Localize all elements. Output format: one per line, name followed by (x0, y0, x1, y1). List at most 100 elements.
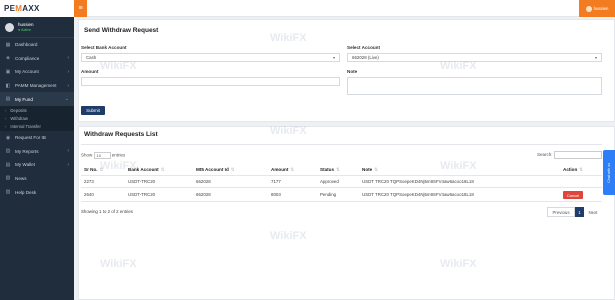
sidebar-item-label: News (15, 175, 27, 181)
column-label: Action (563, 167, 578, 172)
sidebar-item-label: PAMM Management (15, 83, 57, 89)
column-header-mt5[interactable]: Mt5 Account Id ⇅ (196, 167, 235, 173)
hamburger-icon[interactable]: ≡ (74, 0, 87, 17)
sidebar-submenu: Deposits Withdraw Internal Transfer (0, 105, 74, 131)
account-label: Select Account (347, 45, 381, 50)
cell-status: Approved (320, 179, 339, 184)
show-label: Show (81, 152, 93, 158)
entries-label: entries (111, 152, 126, 158)
chevron-right-icon: › (67, 161, 69, 168)
sidebar-item-dashboard[interactable]: ▦ Dashboard (0, 38, 74, 52)
sidebar-item-pamm[interactable]: ◧ PAMM Management › (0, 79, 74, 93)
sort-icon: ⇅ (290, 167, 295, 172)
column-label: Sr No. (84, 167, 98, 172)
sidebar-item-label: Compliance (15, 55, 40, 61)
note-textarea[interactable] (347, 77, 602, 95)
sidebar-item-label: Help Desk (15, 189, 37, 195)
user-menu-button[interactable]: hussien (579, 0, 615, 17)
cell-note: USDT TRC20 TQPSoepeKD4Nj5m9SFV4aw6acoo18… (362, 179, 474, 184)
search-label: Search: (537, 152, 553, 157)
cell-bank: USDT-TRC20 (128, 179, 156, 184)
chat-with-us-tab[interactable]: Chat with us (603, 150, 615, 195)
sidebar-item-news[interactable]: ▧ News (0, 172, 74, 186)
sort-icon: ⇅ (336, 167, 340, 172)
form-title: Send Withdraw Request (84, 27, 159, 34)
cell-sr: 2640 (84, 192, 94, 197)
user-avatar-icon (585, 5, 592, 12)
user-plus-icon: ◉ (5, 134, 11, 141)
account-value: 662028 (Live) (352, 55, 379, 60)
watermark: WikiFX (100, 258, 137, 270)
page-1-button[interactable]: 1 (575, 207, 584, 217)
divider (81, 144, 602, 145)
sidebar-subitem-withdraw[interactable]: Withdraw (0, 114, 74, 122)
table-row-divider (81, 201, 602, 202)
chevron-right-icon: › (67, 148, 69, 155)
sidebar-item-my-account[interactable]: ▣ My Account › (0, 65, 74, 79)
amount-input[interactable] (81, 77, 340, 86)
sidebar-item-my-fund[interactable]: ▤ My Fund ⌄ (0, 92, 74, 106)
cell-amount: 7177 (271, 179, 281, 184)
column-header-amount[interactable]: Amount ⇅ (271, 167, 294, 173)
wallet-icon: ▤ (5, 161, 11, 168)
avatar (5, 22, 14, 32)
list-title: Withdraw Requests List (84, 131, 158, 138)
wallet-icon: ▤ (5, 96, 11, 103)
previous-page-button[interactable]: Previous (547, 207, 575, 217)
page-size-select[interactable]: 10 (93, 152, 111, 159)
chevron-down-icon: ▾ (332, 55, 335, 60)
column-header-status[interactable]: Status ⇅ (320, 167, 340, 173)
sidebar-subitem-internal-transfer[interactable]: Internal Transfer (0, 123, 74, 131)
sort-icon: ⇅ (374, 167, 379, 172)
watermark: WikiFX (440, 160, 477, 172)
bank-account-value: Cash (86, 55, 97, 60)
column-header-action[interactable]: Action ⇅ (563, 167, 583, 173)
sidebar-user: hussien Active (0, 17, 74, 38)
watermark: WikiFX (440, 60, 477, 72)
logo-text-left: PE (4, 4, 16, 13)
shield-icon: ◈ (6, 55, 10, 62)
user-status: Active (18, 28, 34, 32)
search-input[interactable] (554, 151, 602, 159)
logo[interactable]: PE M AXX (0, 0, 74, 17)
sidebar-item-label: My Account (15, 69, 39, 75)
chart-icon: ◧ (5, 82, 11, 89)
help-icon: ▨ (5, 189, 11, 196)
amount-label: Amount (81, 69, 99, 74)
submit-button[interactable]: Submit (81, 106, 105, 115)
user-name: hussien (18, 22, 34, 27)
chevron-down-icon: ⌄ (64, 96, 69, 103)
sort-icon: ⇅ (230, 167, 235, 172)
sidebar-item-label: My Fund (15, 96, 33, 102)
cancel-button[interactable]: Cancel (563, 191, 583, 199)
sidebar-item-help-desk[interactable]: ▨ Help Desk (0, 185, 74, 199)
column-label: Mt5 Account Id (196, 167, 229, 172)
sidebar-item-compliance[interactable]: ◈ Compliance › (0, 52, 74, 66)
watermark: WikiFX (270, 125, 307, 137)
column-label: Amount (271, 167, 289, 172)
sidebar-subitem-deposits[interactable]: Deposits (0, 106, 74, 114)
watermark: WikiFX (440, 258, 477, 270)
sidebar: PEMAXX hussien Active ▦ Dashboard ◈ Compli… (0, 0, 74, 300)
chevron-down-icon: ▾ (594, 55, 597, 60)
chevron-right-icon: › (67, 68, 69, 75)
sidebar-item-my-wallet[interactable]: ▤ My Wallet › (0, 158, 74, 172)
logo-text-mid: M (15, 4, 23, 13)
watermark: WikiFX (100, 160, 137, 172)
sidebar-item-my-reports[interactable]: ▥ My Reports › (0, 144, 74, 158)
sort-icon: ⇅ (579, 167, 584, 172)
watermark: WikiFX (270, 230, 307, 242)
cell-amount: 8003 (271, 192, 281, 197)
logo-text-right: AXX (22, 4, 40, 13)
cell-status: Pending (320, 192, 337, 197)
show-entries: Show 10 entries (81, 152, 125, 159)
column-header-note[interactable]: Note ⇅ (362, 167, 378, 173)
next-page-button[interactable]: Next (584, 207, 602, 217)
chevron-right-icon: › (67, 82, 69, 89)
cell-bank: USDT-TRC20 (128, 192, 156, 197)
cell-sr: 2273 (84, 179, 94, 184)
watermark: WikiFX (270, 32, 307, 44)
sidebar-item-request-ib[interactable]: ◉ Request For IB (0, 131, 74, 145)
cell-note: USDT TRC20 TQPSoepeKD4Nj5m9SFV4aw6acoo18… (362, 192, 474, 197)
sidebar-item-label: My Wallet (15, 162, 35, 168)
